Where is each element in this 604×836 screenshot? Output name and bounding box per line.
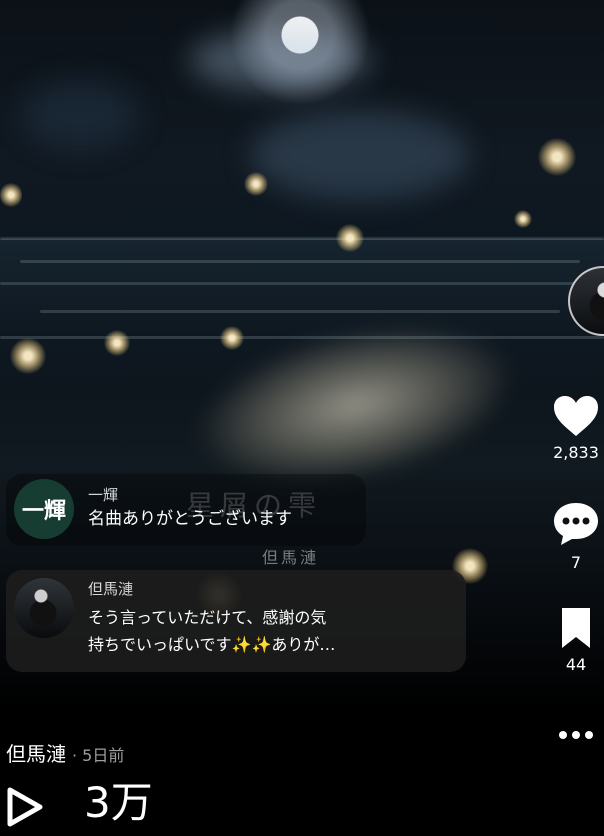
commenter-name: 一輝 xyxy=(88,486,119,504)
wave-line xyxy=(0,282,604,285)
bokeh-light xyxy=(104,330,130,356)
wave-line xyxy=(0,336,604,339)
comment-bubble-icon xyxy=(554,503,598,545)
bokeh-light xyxy=(514,210,532,228)
cloud xyxy=(250,110,470,200)
save-button[interactable]: 44 xyxy=(548,606,604,674)
reply-text: そう言っていただけて、感謝の気 持ちでいっぱいです✨✨ありが… xyxy=(88,608,336,654)
artist-watermark: 但馬漣 xyxy=(262,548,320,567)
bokeh-light xyxy=(10,338,46,374)
reply-card[interactable]: 但馬漣 そう言っていただけて、感謝の気 持ちでいっぱいです✨✨ありが… xyxy=(6,570,466,672)
like-count: 2,833 xyxy=(553,443,599,462)
post-author[interactable]: 但馬漣 xyxy=(6,742,66,766)
comment-text: 名曲ありがとうございます xyxy=(88,509,292,529)
cloud xyxy=(190,30,370,90)
post-meta: 但馬漣 · 5日前 xyxy=(6,738,124,767)
bokeh-light xyxy=(244,172,268,196)
creator-avatar[interactable] xyxy=(568,266,604,336)
video-screen: 星屑の雫 但馬漣 2,833 7 44 一輝 一輝 名曲ありがとうございます 但… xyxy=(0,0,604,836)
heart-icon xyxy=(554,396,598,436)
reply-author-avatar[interactable] xyxy=(14,578,74,638)
play-count: 3万 xyxy=(0,778,220,836)
wave-line xyxy=(40,310,560,313)
reply-author-name: 但馬漣 xyxy=(88,580,134,598)
play-icon xyxy=(7,787,43,827)
like-button[interactable]: 2,833 xyxy=(548,394,604,462)
more-dots-icon xyxy=(559,731,593,739)
bokeh-light xyxy=(538,138,576,176)
comment-card[interactable]: 一輝 一輝 名曲ありがとうございます xyxy=(6,474,366,546)
play-count-value: 3万 xyxy=(84,778,153,827)
commenter-avatar[interactable]: 一輝 xyxy=(14,479,74,539)
wave-line xyxy=(20,260,580,263)
comment-count: 7 xyxy=(570,553,582,572)
save-count: 44 xyxy=(565,655,587,674)
more-button[interactable] xyxy=(548,728,604,742)
bokeh-light xyxy=(0,182,22,208)
comment-button[interactable]: 7 xyxy=(548,500,604,572)
right-action-rail: 2,833 7 44 xyxy=(524,266,604,766)
post-time: · 5日前 xyxy=(72,746,125,765)
bokeh-light xyxy=(220,326,244,350)
cloud xyxy=(20,80,140,150)
bookmark-icon xyxy=(562,608,590,648)
bokeh-light xyxy=(336,224,364,252)
